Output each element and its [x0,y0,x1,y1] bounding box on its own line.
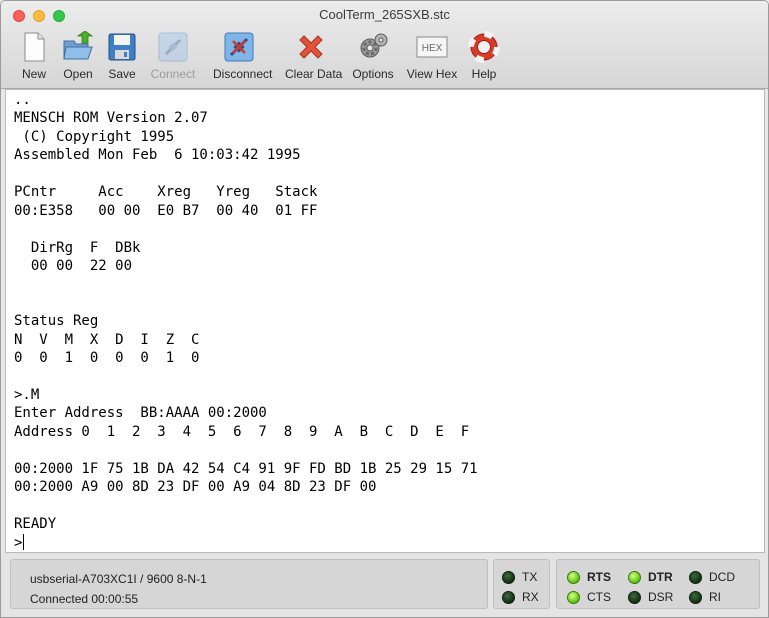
clear-data-label: Clear Data [285,67,343,81]
terminal-text: .. MENSCH ROM Version 2.07 (C) Copyright … [14,91,760,552]
ri-led-icon [689,591,702,604]
connect-button[interactable]: Connect [151,29,195,85]
terminal-line: 00:2000 1F 75 1B DA 42 54 C4 91 9F FD BD… [14,460,478,477]
tx-label: TX [522,570,538,584]
rts-led-icon [567,571,580,584]
dcd-led-icon [689,571,702,584]
terminal-line: MENSCH ROM Version 2.07 [14,110,208,127]
toolbar: New Open Save Connect Disconnect Clear D… [1,29,768,85]
terminal-line: 0 0 1 0 0 0 1 0 [14,350,200,367]
dtr-led-icon [628,571,641,584]
gears-icon [360,33,388,58]
view-hex-button[interactable]: HEX View Hex [407,29,457,85]
terminal-line: 00:2000 A9 00 8D 23 DF 00 A9 04 8D 23 DF… [14,479,377,496]
terminal-line: Address 0 1 2 3 4 5 6 7 8 9 A B C D E F [14,423,470,440]
clear-x-icon [299,35,323,59]
rts-label: RTS [587,570,611,584]
connect-label: Connect [150,67,196,81]
terminal-line: N V M X D I Z C [14,331,200,348]
help-button[interactable]: Help [468,29,500,85]
new-button[interactable]: New [18,29,50,85]
save-button[interactable]: Save [106,29,138,85]
terminal-line: .. [14,92,31,108]
terminal-line: DirRg F DBk [14,239,141,256]
floppy-disk-icon [108,33,136,61]
terminal-prompt: > [14,534,23,551]
app-window: CoolTerm_265SXB.stc New Open Save Connec… [0,0,769,618]
terminal-line: (C) Copyright 1995 [14,128,175,145]
hex-icon: HEX [416,36,448,58]
cts-label: CTS [587,590,611,604]
clear-data-button[interactable]: Clear Data [285,29,342,85]
line-status-panel: RTS CTS DTR DSR DCD RI [556,559,760,609]
disconnect-plug-icon [224,32,254,62]
connect-plug-icon [158,32,188,62]
terminal-line: >.M [14,387,40,403]
terminal-line: Assembled Mon Feb 6 10:03:42 1995 [14,147,301,164]
title-toolbar-area: CoolTerm_265SXB.stc New Open Save Connec… [1,1,768,89]
view-hex-label: View Hex [406,67,458,81]
terminal-line: 00 00 22 00 [14,257,133,274]
terminal-line: 00:E358 00 00 E0 B7 00 40 01 FF [14,202,318,219]
help-label: Help [471,67,497,81]
disconnect-button[interactable]: Disconnect [213,29,272,85]
terminal-line: Enter Address BB:AAAA 00:2000 [14,405,267,422]
disconnect-label: Disconnect [213,67,273,81]
hex-icon-text: HEX [422,43,443,54]
status-bar: usbserial-A703XC1I / 9600 8-N-1 Connecte… [1,553,768,617]
dtr-label: DTR [648,570,673,584]
connection-status-text: Connected 00:00:55 [30,592,139,606]
cts-led-icon [567,591,580,604]
terminal-output[interactable]: .. MENSCH ROM Version 2.07 (C) Copyright … [5,89,765,553]
rx-led-icon [502,591,515,604]
txrx-panel: TX RX [493,559,550,609]
open-button[interactable]: Open [62,29,94,85]
open-folder-icon [63,31,94,60]
dsr-led-icon [628,591,641,604]
lifebuoy-icon [468,31,500,63]
terminal-line: READY [14,516,57,533]
save-label: Save [108,67,136,81]
port-info-panel: usbserial-A703XC1I / 9600 8-N-1 Connecte… [10,559,488,609]
dcd-label: DCD [709,570,735,584]
options-label: Options [352,67,394,81]
dsr-label: DSR [648,590,674,604]
terminal-line: Status Reg [14,313,99,330]
ri-label: RI [709,590,721,604]
terminal-line: PCntr Acc Xreg Yreg Stack [14,184,318,201]
new-document-icon [24,32,45,62]
port-settings-text: usbserial-A703XC1I / 9600 8-N-1 [30,572,207,586]
text-cursor [23,533,25,550]
window-title: CoolTerm_265SXB.stc [319,7,450,22]
options-button[interactable]: Options [352,29,394,85]
rx-label: RX [522,590,539,604]
tx-led-icon [502,571,515,584]
terminal-prompt-line[interactable]: > [14,533,760,552]
